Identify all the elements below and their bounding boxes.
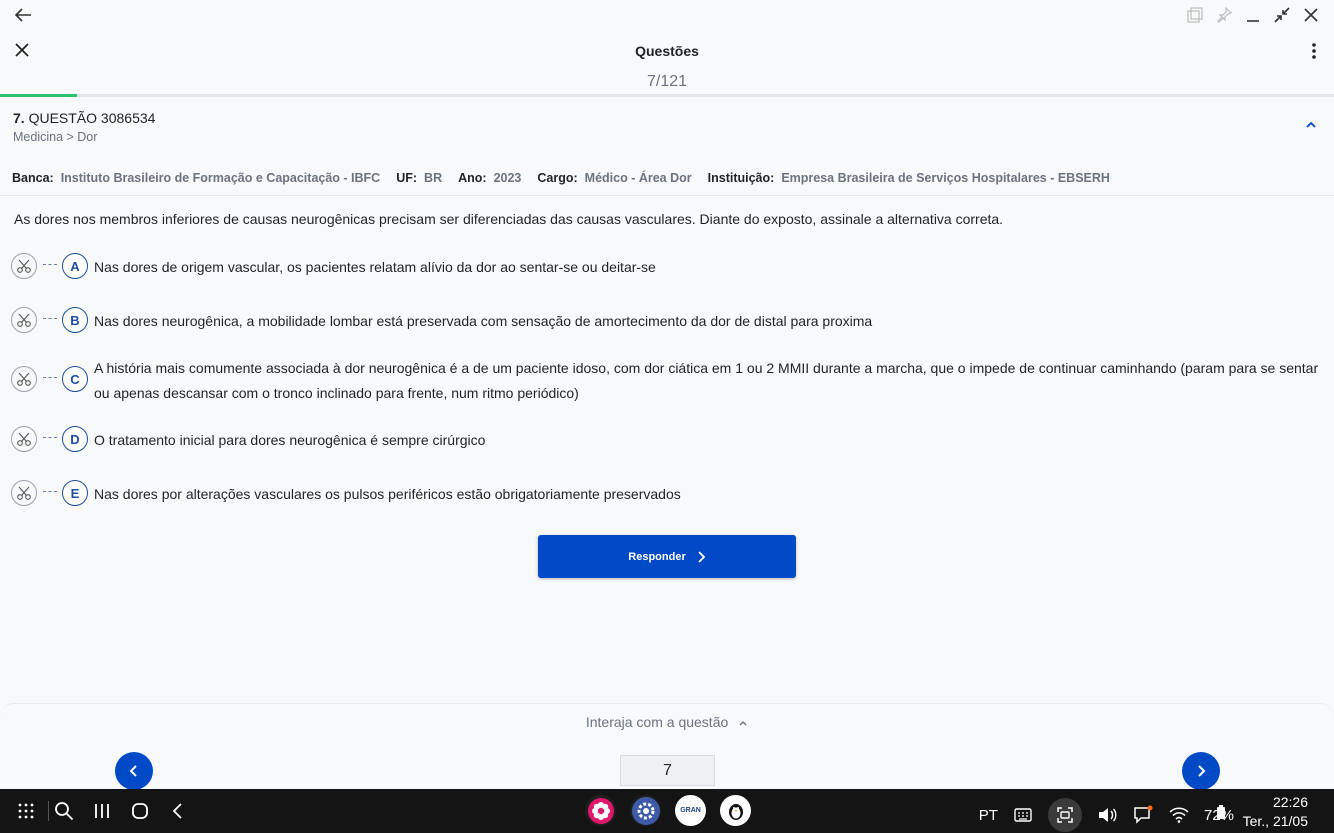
previous-question-button[interactable] — [115, 752, 153, 790]
question-statement: As dores nos membros inferiores de causa… — [14, 211, 1004, 227]
chevron-up-icon[interactable] — [1304, 118, 1318, 132]
meta-banca-key: Banca: — [12, 171, 54, 185]
option-text[interactable]: Nas dores por alterações vasculares os p… — [94, 482, 1324, 507]
chevron-right-icon — [1198, 765, 1206, 777]
home-icon[interactable] — [130, 800, 150, 822]
question-number-input[interactable]: 7 — [620, 755, 715, 786]
restore-icon[interactable] — [1272, 4, 1291, 26]
option-a[interactable]: A Nas dores de origem vascular, os pacie… — [0, 253, 1334, 279]
window-bar — [0, 0, 1334, 30]
meta-banca: Instituto Brasileiro de Formação e Capac… — [60, 171, 381, 185]
meta-cargo: Médico - Área Dor — [584, 171, 692, 185]
minimize-icon[interactable] — [1243, 4, 1262, 26]
app-header: Questões 7/121 — [0, 30, 1334, 96]
more-options-icon[interactable] — [1308, 42, 1320, 60]
question-meta: Banca: Instituto Brasileiro de Formação … — [12, 171, 1126, 185]
meta-uf-key: UF: — [396, 171, 418, 185]
question-header: 7. QUESTÃO 3086534 Medicina > Dor Banca:… — [0, 97, 1334, 196]
dashed-connector — [43, 437, 57, 438]
scissors-icon[interactable] — [11, 480, 37, 506]
screen-capture-icon[interactable] — [1047, 798, 1082, 832]
responder-label: Responder — [628, 550, 686, 563]
interact-toggle[interactable]: Interaja com a questão — [0, 714, 1334, 730]
language-indicator[interactable]: PT — [979, 807, 998, 824]
meta-inst: Empresa Brasileira de Serviços Hospitala… — [781, 171, 1110, 185]
meta-ano: 2023 — [493, 171, 522, 185]
settings-app-icon[interactable] — [630, 795, 661, 826]
option-letter[interactable]: A — [62, 253, 88, 279]
interaction-panel: Interaja com a questão 7 — [0, 703, 1334, 790]
taskbar-divider — [48, 801, 49, 821]
option-text[interactable]: O tratamento inicial para dores neurogên… — [94, 428, 1324, 453]
option-b[interactable]: B Nas dores neurogênica, a mobilidade lo… — [0, 307, 1334, 333]
question-title: 7. QUESTÃO 3086534 — [13, 110, 155, 126]
clock-date: Ter., 21/05 — [1242, 813, 1308, 829]
scissors-icon[interactable] — [11, 307, 37, 333]
chevron-right-icon — [698, 550, 706, 563]
wifi-icon[interactable] — [1168, 803, 1190, 827]
volume-icon[interactable] — [1096, 803, 1118, 827]
keyboard-icon[interactable] — [1012, 803, 1034, 827]
question-counter: 7/121 — [646, 73, 688, 90]
meta-cargo-key: Cargo: — [537, 171, 578, 185]
clock-time: 22:26 — [1272, 794, 1308, 810]
option-c[interactable]: C A história mais comumente associada à … — [0, 356, 1334, 406]
back-icon[interactable] — [168, 800, 188, 822]
gran-app-icon[interactable]: GRAN — [675, 795, 706, 826]
meta-inst-key: Instituição: — [707, 171, 775, 185]
recent-apps-icon[interactable] — [92, 800, 112, 822]
battery-icon — [1216, 805, 1226, 824]
meta-ano-key: Ano: — [458, 171, 487, 185]
option-letter[interactable]: E — [62, 480, 88, 506]
option-d[interactable]: D O tratamento inicial para dores neurog… — [0, 426, 1334, 452]
option-text[interactable]: Nas dores de origem vascular, os pacient… — [94, 255, 1324, 280]
meta-uf: BR — [424, 171, 443, 185]
split-screen-icon[interactable] — [1185, 4, 1204, 26]
dashed-connector — [43, 318, 57, 319]
penguin-app-icon[interactable] — [720, 795, 751, 826]
question-subject: Medicina > Dor — [13, 130, 98, 144]
option-letter[interactable]: C — [62, 366, 88, 392]
responder-button[interactable]: Responder — [538, 535, 796, 578]
next-question-button[interactable] — [1182, 752, 1220, 790]
gallery-app-icon[interactable] — [585, 795, 616, 826]
chevron-left-icon — [129, 765, 137, 777]
window-close-icon[interactable] — [1301, 4, 1320, 26]
search-icon[interactable] — [54, 800, 74, 822]
pin-icon[interactable] — [1214, 4, 1233, 26]
scissors-icon[interactable] — [11, 366, 37, 392]
system-taskbar: GRAN PT 72% 22:26 Ter., 21/05 — [0, 789, 1334, 833]
back-arrow-icon[interactable] — [12, 4, 34, 26]
option-e[interactable]: E Nas dores por alterações vasculares os… — [0, 480, 1334, 506]
dashed-connector — [43, 377, 57, 378]
option-letter[interactable]: D — [62, 426, 88, 452]
option-letter[interactable]: B — [62, 307, 88, 333]
option-text[interactable]: A história mais comumente associada à do… — [94, 356, 1324, 406]
question-label: QUESTÃO 3086534 — [28, 110, 156, 126]
question-number: 7. — [13, 110, 25, 126]
option-text[interactable]: Nas dores neurogênica, a mobilidade lomb… — [94, 309, 1324, 334]
scissors-icon[interactable] — [11, 426, 37, 452]
dashed-connector — [43, 491, 57, 492]
scissors-icon[interactable] — [11, 253, 37, 279]
dashed-connector — [43, 264, 57, 265]
apps-grid-icon[interactable] — [16, 800, 36, 822]
chevron-up-icon — [738, 714, 748, 730]
notification-icon[interactable] — [1132, 803, 1154, 827]
clock[interactable]: 22:26 Ter., 21/05 — [1243, 793, 1308, 831]
page-title: Questões — [635, 43, 699, 59]
interact-label: Interaja com a questão — [585, 714, 729, 730]
